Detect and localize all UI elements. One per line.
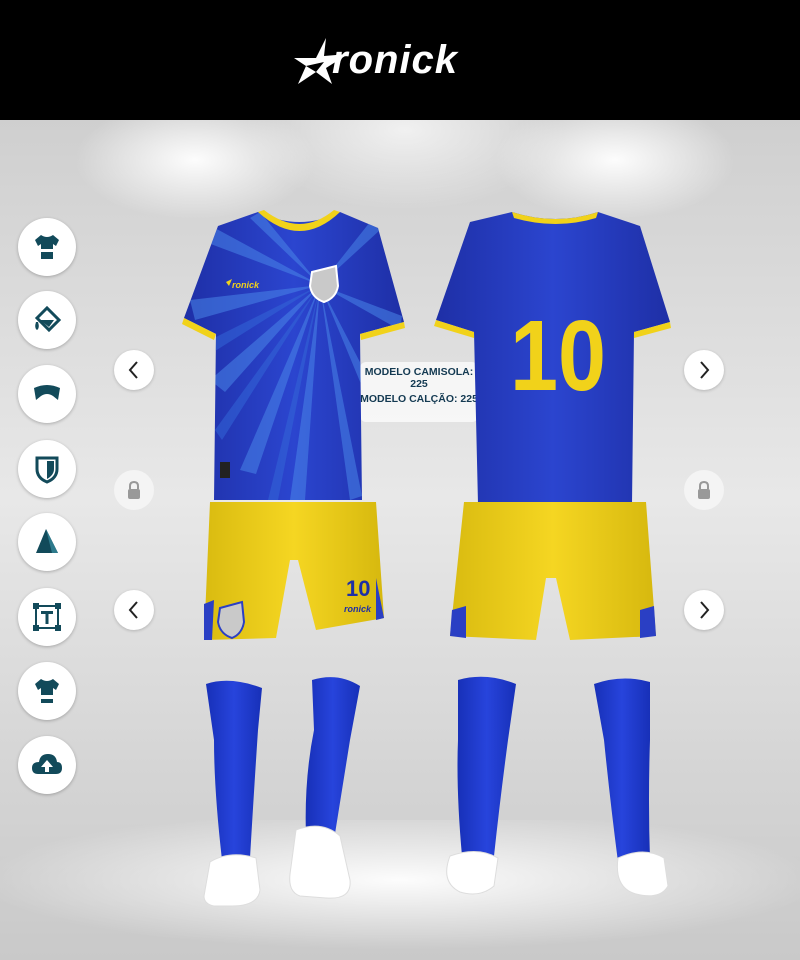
crest-button[interactable] (18, 440, 76, 498)
shorts-model-label: MODELO CALÇÃO: 225 (360, 393, 478, 405)
lock-left-toggle[interactable] (114, 470, 154, 510)
configurator-stage (0, 120, 800, 960)
lock-icon (128, 480, 140, 499)
lock-icon (698, 480, 710, 499)
header-bar: ronick (0, 0, 800, 120)
text-icon (33, 603, 61, 631)
crest-shield-icon (35, 456, 59, 484)
shirt-prev-button[interactable] (114, 350, 154, 390)
shirt-model-button[interactable] (18, 218, 76, 276)
collar-icon (34, 385, 60, 400)
brand-logo: ronick (290, 30, 520, 90)
shirt-next-button[interactable] (684, 350, 724, 390)
paint-bucket-icon (34, 305, 62, 333)
shirt-model-icon (35, 235, 59, 259)
text-button[interactable] (18, 588, 76, 646)
sponsor-button[interactable] (18, 662, 76, 720)
shorts-prev-button[interactable] (114, 590, 154, 630)
pattern-icon (36, 529, 58, 553)
model-info-panel: MODELO CAMISOLA: 225 MODELO CALÇÃO: 225 (360, 362, 478, 422)
upload-button[interactable] (18, 736, 76, 794)
sponsor-shirt-icon (35, 679, 59, 703)
chevron-right-icon (700, 601, 710, 619)
paint-color-button[interactable] (18, 291, 76, 349)
floor-spotlight (0, 820, 800, 960)
shirt-model-label: MODELO CAMISOLA: 225 (364, 366, 474, 390)
cloud-upload-icon (32, 754, 62, 774)
chevron-left-icon (128, 601, 138, 619)
brand-name: ronick (332, 38, 459, 82)
shorts-next-button[interactable] (684, 590, 724, 630)
lock-right-toggle[interactable] (684, 470, 724, 510)
chevron-left-icon (128, 361, 138, 379)
chevron-right-icon (700, 361, 710, 379)
collar-button[interactable] (18, 365, 76, 423)
pattern-button[interactable] (18, 513, 76, 571)
